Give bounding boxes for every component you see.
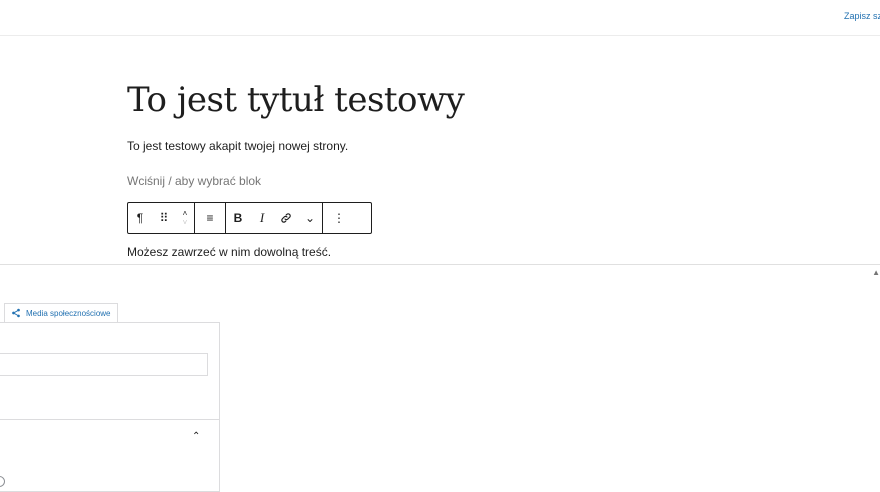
paragraph-block[interactable]: To jest testowy akapit twojej nowej stro… <box>127 139 348 153</box>
meta-panel-divider[interactable] <box>0 264 880 265</box>
panel-collapse-icon[interactable]: ▲ <box>872 268 880 277</box>
block-switcher-group: ¶ ⠿ ˄ ˅ <box>128 203 195 233</box>
move-up-icon[interactable]: ˄ <box>183 209 188 218</box>
drag-handle-icon[interactable]: ⠿ <box>152 203 176 233</box>
block-placeholder[interactable]: Wciśnij / aby wybrać blok <box>127 174 261 188</box>
meta-divider <box>0 419 219 420</box>
tab-social-media[interactable]: Media społecznościowe <box>4 303 118 322</box>
paragraph-block[interactable]: Możesz zawrzeć w nim dowolną treść. <box>127 245 331 259</box>
block-options-icon[interactable]: ⋮ <box>323 203 355 233</box>
post-title[interactable]: To jest tytuł testowy <box>127 80 465 120</box>
meta-text-input[interactable] <box>0 353 208 376</box>
align-group: ≡ <box>195 203 226 233</box>
block-toolbar: ¶ ⠿ ˄ ˅ ≡ B I ⌄ ⋮ <box>127 202 372 234</box>
save-draft-link[interactable]: Zapisz szkic <box>844 11 880 21</box>
top-bar: Zapisz szkic <box>0 0 880 36</box>
italic-button[interactable]: I <box>250 203 274 233</box>
move-down-icon[interactable]: ˅ <box>183 218 188 227</box>
block-mover: ˄ ˅ <box>176 203 194 233</box>
bold-button[interactable]: B <box>226 203 250 233</box>
align-left-icon[interactable]: ≡ <box>195 203 225 233</box>
options-group: ⋮ <box>323 203 355 233</box>
editor-canvas: To jest tytuł testowy To jest testowy ak… <box>0 36 880 264</box>
more-rich-text-icon[interactable]: ⌄ <box>298 203 322 233</box>
radio-option[interactable] <box>0 476 5 487</box>
link-icon[interactable] <box>274 203 298 233</box>
meta-box: ⌃ <box>0 322 220 492</box>
paragraph-icon[interactable]: ¶ <box>128 203 152 233</box>
chevron-up-icon[interactable]: ⌃ <box>192 431 200 442</box>
tab-social-media-label: Media społecznościowe <box>26 308 111 318</box>
share-icon <box>12 308 20 318</box>
format-group: B I ⌄ <box>226 203 323 233</box>
